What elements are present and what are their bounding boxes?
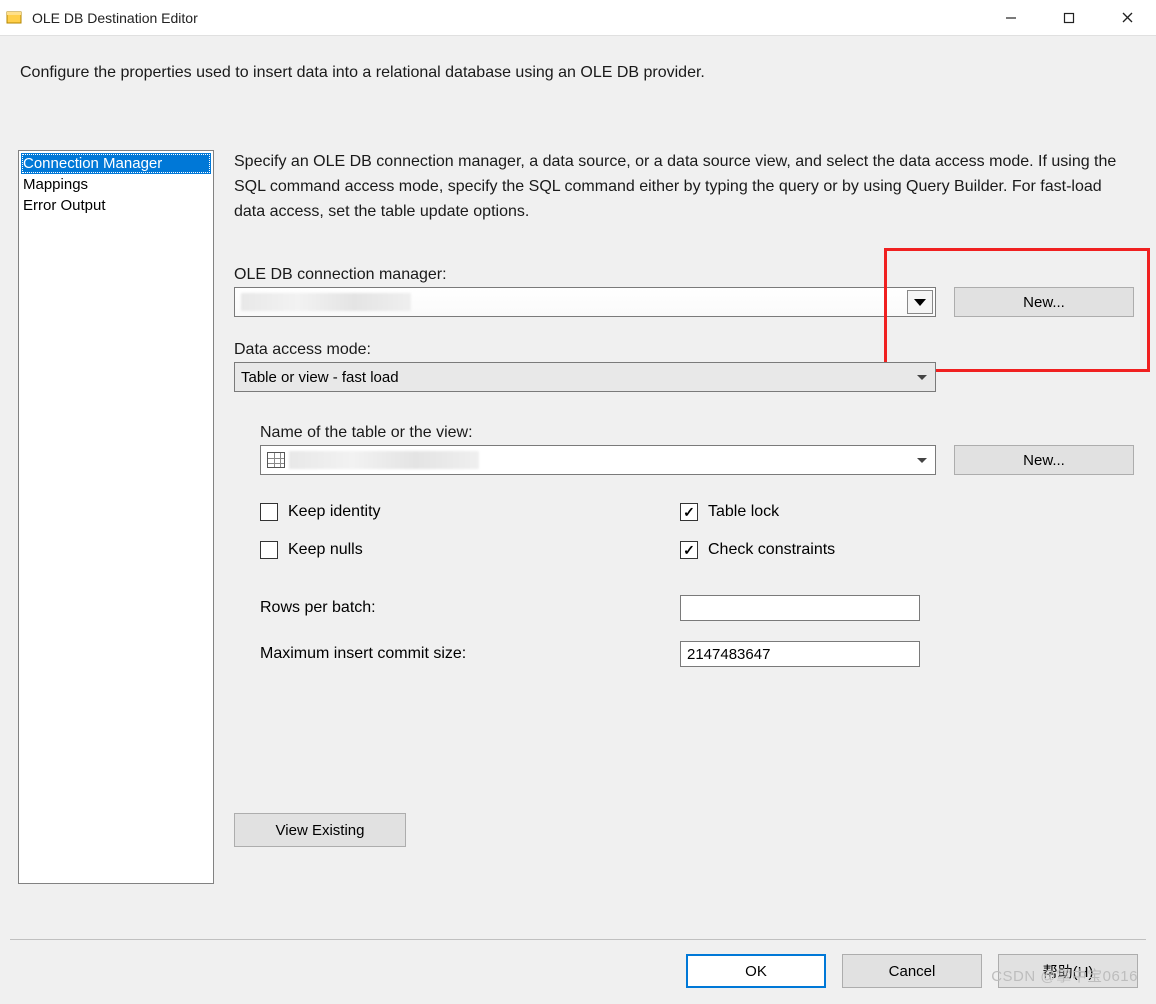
connection-dropdown[interactable]: [234, 287, 936, 317]
table-icon: [267, 452, 285, 468]
sidebar: Connection Manager Mappings Error Output: [18, 150, 214, 884]
maximize-button[interactable]: [1040, 0, 1098, 35]
content-description: Specify an OLE DB connection manager, a …: [234, 150, 1134, 224]
titlebar: OLE DB Destination Editor: [0, 0, 1156, 36]
sidebar-item-label: Connection Manager: [23, 155, 162, 172]
table-lock-checkbox[interactable]: Table lock: [680, 503, 1138, 521]
checkbox-icon: [680, 503, 698, 521]
check-constraints-checkbox[interactable]: Check constraints: [680, 541, 1138, 559]
access-mode-label: Data access mode:: [234, 341, 1138, 359]
rows-per-batch-label: Rows per batch:: [260, 599, 680, 617]
sidebar-item-label: Error Output: [23, 197, 106, 214]
app-icon: [6, 9, 24, 27]
help-button[interactable]: 帮助(H): [998, 954, 1138, 988]
checkbox-icon: [260, 503, 278, 521]
sidebar-item-error-output[interactable]: Error Output: [21, 195, 211, 216]
chevron-down-icon[interactable]: [907, 290, 933, 314]
new-connection-button[interactable]: New...: [954, 287, 1134, 317]
ok-button[interactable]: OK: [686, 954, 826, 988]
view-existing-button[interactable]: View Existing: [234, 813, 406, 847]
rows-per-batch-input[interactable]: [680, 595, 920, 621]
sidebar-item-label: Mappings: [23, 176, 88, 193]
connection-label: OLE DB connection manager:: [234, 266, 1138, 284]
close-button[interactable]: [1098, 0, 1156, 35]
chevron-down-icon[interactable]: [911, 365, 933, 389]
access-mode-dropdown[interactable]: Table or view - fast load: [234, 362, 936, 392]
checkbox-icon: [260, 541, 278, 559]
connection-value: [241, 293, 411, 311]
max-commit-label: Maximum insert commit size:: [260, 645, 680, 663]
table-name-dropdown[interactable]: [260, 445, 936, 475]
page-description: Configure the properties used to insert …: [0, 36, 1156, 88]
window-controls: [982, 0, 1156, 35]
max-commit-input[interactable]: 2147483647: [680, 641, 920, 667]
cancel-button[interactable]: Cancel: [842, 954, 982, 988]
footer-separator: [10, 939, 1146, 940]
chevron-down-icon[interactable]: [911, 448, 933, 472]
new-table-button[interactable]: New...: [954, 445, 1134, 475]
keep-nulls-checkbox[interactable]: Keep nulls: [260, 541, 680, 559]
window-title: OLE DB Destination Editor: [32, 10, 982, 26]
access-mode-value: Table or view - fast load: [241, 369, 399, 386]
minimize-button[interactable]: [982, 0, 1040, 35]
table-name-label: Name of the table or the view:: [260, 424, 1138, 442]
checkbox-icon: [680, 541, 698, 559]
footer-buttons: OK Cancel 帮助(H): [686, 954, 1138, 988]
sidebar-item-connection-manager[interactable]: Connection Manager: [21, 153, 211, 174]
sidebar-item-mappings[interactable]: Mappings: [21, 174, 211, 195]
table-name-value: [289, 451, 479, 469]
keep-identity-checkbox[interactable]: Keep identity: [260, 503, 680, 521]
